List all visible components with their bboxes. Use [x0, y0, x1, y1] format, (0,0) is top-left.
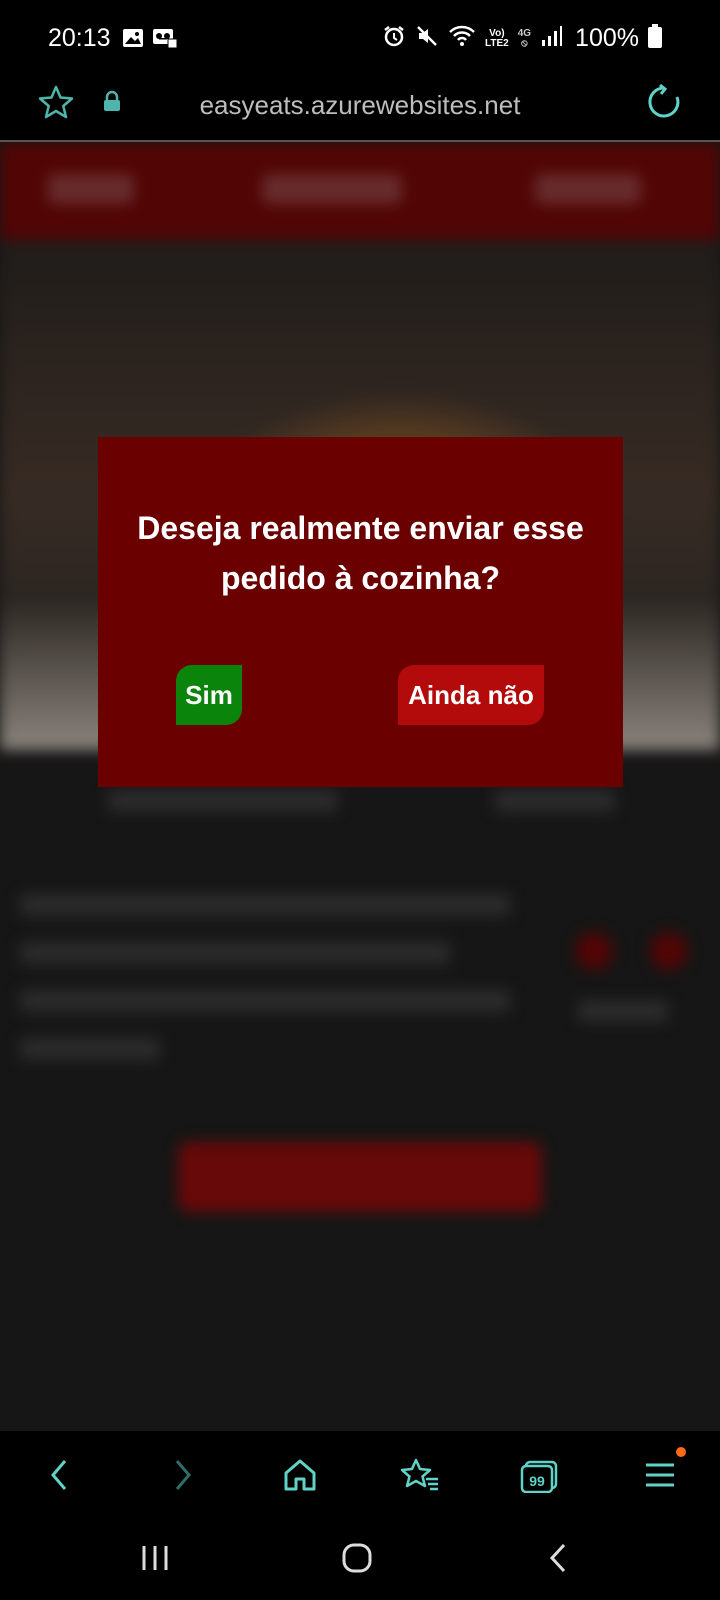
- menu-icon[interactable]: [638, 1447, 686, 1497]
- signal-icon: [540, 25, 563, 52]
- browser-toolbar: 99: [0, 1431, 720, 1521]
- status-bar: 20:13 Vo) LTE2 4G ⦸ 100%: [0, 0, 720, 80]
- volte-indicator: Vo) LTE2: [484, 27, 509, 49]
- alarm-icon: [382, 24, 406, 53]
- voicemail-icon: [152, 28, 178, 53]
- gallery-icon: [122, 28, 144, 53]
- back-icon[interactable]: [38, 1453, 82, 1497]
- tabs-icon[interactable]: 99: [518, 1453, 562, 1497]
- battery-icon: [648, 24, 662, 53]
- android-back-icon[interactable]: [544, 1541, 574, 1580]
- home-icon[interactable]: [278, 1453, 322, 1497]
- recent-apps-icon[interactable]: [138, 1541, 172, 1580]
- battery-percent: 100%: [575, 24, 639, 52]
- address-bar: easyeats.azurewebsites.net: [0, 80, 720, 142]
- url-field[interactable]: easyeats.azurewebsites.net: [0, 90, 720, 121]
- cancel-button[interactable]: Ainda não: [398, 665, 544, 725]
- mute-icon: [415, 24, 439, 53]
- confirm-button[interactable]: Sim: [176, 665, 242, 725]
- refresh-icon[interactable]: [644, 82, 684, 127]
- network-type: 4G ⦸: [517, 27, 532, 49]
- status-time: 20:13: [48, 24, 111, 52]
- notification-dot: [676, 1447, 686, 1457]
- forward-icon[interactable]: [160, 1453, 204, 1497]
- android-home-icon[interactable]: [340, 1541, 374, 1580]
- wifi-icon: [448, 24, 476, 53]
- confirm-dialog: Deseja realmente enviar esse pedido à co…: [98, 437, 623, 787]
- bookmarks-icon[interactable]: [398, 1453, 442, 1497]
- android-nav-bar: [0, 1521, 720, 1600]
- svg-text:99: 99: [529, 1473, 545, 1489]
- dialog-message: Deseja realmente enviar esse pedido à co…: [137, 510, 584, 596]
